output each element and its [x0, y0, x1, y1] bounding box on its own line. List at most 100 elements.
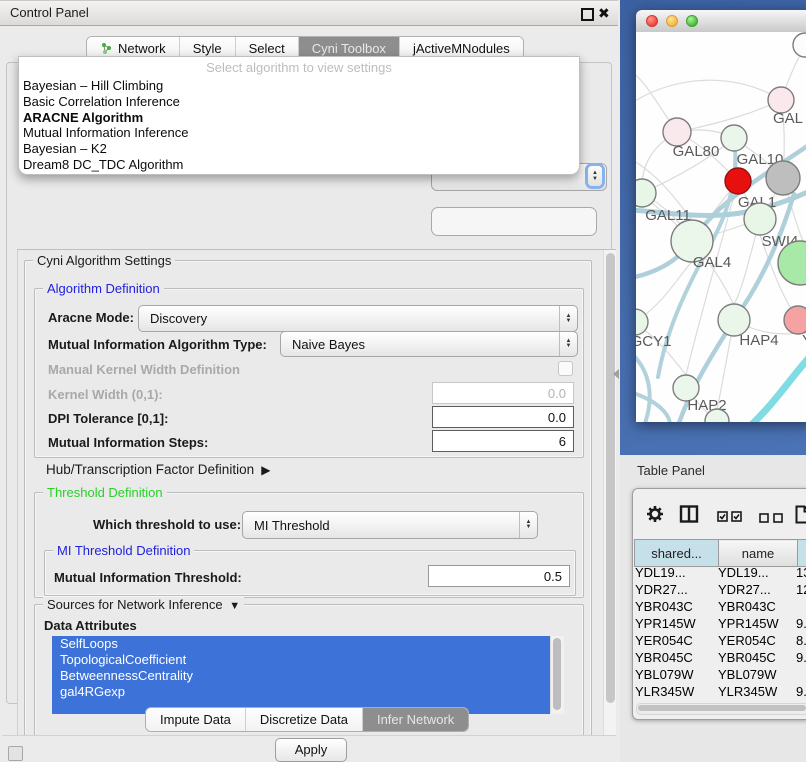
algorithm-option[interactable]: ARACNE Algorithm: [19, 110, 579, 126]
table-row[interactable]: YER054CYER054C8.: [634, 632, 806, 649]
tab-discretize-data[interactable]: Discretize Data: [246, 708, 363, 731]
node-label: GAL4: [693, 254, 731, 271]
network-name-field[interactable]: [431, 207, 597, 236]
manual-kernel-width-checkbox[interactable]: [558, 361, 573, 376]
combobox-stepper-icon: ▲▼: [559, 306, 577, 331]
settings-scroll-area: Cyni Algorithm Settings Algorithm Defini…: [17, 249, 616, 736]
minimize-traffic-icon[interactable]: [666, 15, 678, 27]
node-attribute-table: shared...nameA: [634, 539, 806, 567]
table-subwindow: shared...nameA YDL19...YDL19...13YDR27..…: [632, 488, 806, 720]
network-node-gal1[interactable]: [725, 168, 751, 194]
mi-threshold-field[interactable]: 0.5: [428, 565, 570, 587]
splitter-collapse-icon[interactable]: [613, 369, 619, 379]
network-edge-highlighted[interactable]: [636, 352, 650, 422]
network-canvas[interactable]: GALGAL80GAL10GAL1SWI4GAL11GAL4GCY1HAP4YH…: [636, 32, 806, 422]
network-window-titlebar[interactable]: [636, 10, 806, 33]
network-node-gal10[interactable]: [721, 125, 747, 151]
mi-threshold-label: Mutual Information Threshold:: [54, 570, 242, 585]
expand-right-icon: ▶: [258, 463, 271, 477]
algorithm-option[interactable]: Dream8 DC_TDC Algorithm: [19, 157, 579, 173]
mi-algorithm-type-label: Mutual Information Algorithm Type:: [48, 337, 267, 352]
control-panel-title: Control Panel: [10, 1, 89, 25]
network-node-gal11[interactable]: [636, 179, 656, 207]
table-row[interactable]: YBR043CYBR043C: [634, 598, 806, 615]
mi-steps-field[interactable]: 6: [432, 430, 574, 452]
algorithm-option[interactable]: Bayesian – Hill Climbing: [19, 78, 579, 94]
collapsed-panel-icon[interactable]: [8, 746, 23, 761]
table-row[interactable]: YBL079WYBL079W: [634, 666, 806, 683]
network-node-gal80[interactable]: [663, 118, 691, 146]
column-header-3[interactable]: A: [798, 540, 806, 567]
float-window-icon[interactable]: [581, 8, 594, 21]
aracne-mode-select[interactable]: Discovery ▲▼: [138, 305, 578, 332]
table-panel-title: Table Panel: [637, 463, 705, 478]
mi-steps-label: Mutual Information Steps:: [48, 435, 208, 450]
group-title: Threshold Definition: [43, 485, 167, 500]
apply-button[interactable]: Apply: [275, 738, 347, 762]
list-scrollbar[interactable]: [550, 636, 564, 714]
kernel-width-field[interactable]: 0.0: [432, 382, 574, 404]
mi-algorithm-type-select[interactable]: Naive Bayes ▲▼: [280, 331, 578, 357]
node-label: HAP4: [739, 332, 778, 349]
algorithm-option[interactable]: Mutual Information Inference: [19, 125, 579, 141]
cyni-bottom-tabs: Impute DataDiscretize DataInfer Network: [145, 707, 469, 732]
kernel-width-label: Kernel Width (0,1):: [48, 387, 163, 402]
attribute-item[interactable]: gal4RGexp: [52, 684, 564, 700]
data-attributes-label: Data Attributes: [44, 618, 137, 633]
columns-icon[interactable]: [679, 505, 699, 528]
network-edge-highlighted[interactable]: [748, 354, 806, 422]
table-row[interactable]: YDL19...YDL19...13: [634, 564, 806, 581]
node-label: GCY1: [636, 333, 671, 350]
algorithm-placeholder: Select algorithm to view settings: [19, 57, 579, 78]
zoom-traffic-icon[interactable]: [686, 15, 698, 27]
node-label: Y: [802, 332, 806, 349]
network-node-swi4[interactable]: [744, 203, 776, 235]
column-header-1[interactable]: shared...: [635, 540, 719, 567]
sources-group-title[interactable]: Sources for Network Inference ▼: [43, 597, 244, 612]
network-window[interactable]: GALGAL80GAL10GAL1SWI4GAL11GAL4GCY1HAP4YH…: [636, 10, 806, 422]
algorithm-option[interactable]: Basic Correlation Inference: [19, 94, 579, 110]
network-node[interactable]: [793, 33, 806, 57]
table-horizontal-scrollbar[interactable]: [636, 703, 806, 715]
document-icon[interactable]: [795, 505, 806, 529]
combobox-stepper-icon: ▲▼: [519, 512, 537, 538]
table-row[interactable]: YPR145WYPR145W9.: [634, 615, 806, 632]
node-label: GAL: [773, 110, 803, 127]
table-panel: Table Panel shared...nameA YDL19...YDL19…: [620, 455, 806, 762]
table-row[interactable]: YDR27...YDR27...12: [634, 581, 806, 598]
dpi-tolerance-field[interactable]: 0.0: [432, 406, 574, 428]
group-title: Cyni Algorithm Settings: [33, 253, 175, 268]
expand-down-icon: ▼: [226, 600, 240, 612]
algorithm-popup: Select algorithm to view settings Bayesi…: [18, 56, 580, 175]
network-node[interactable]: [766, 161, 800, 195]
close-icon[interactable]: ✖: [598, 3, 610, 23]
tab-infer-network[interactable]: Infer Network: [363, 708, 468, 731]
table-row[interactable]: YIL052CYIL052C9: [634, 700, 806, 701]
vertical-scrollbar[interactable]: [603, 250, 616, 736]
which-threshold-select[interactable]: MI Threshold ▲▼: [242, 511, 538, 539]
checked-pair-icon[interactable]: [717, 509, 743, 527]
attribute-item[interactable]: TopologicalCoefficient: [52, 652, 564, 668]
network-edge[interactable]: [636, 80, 781, 104]
hub-definition-expander[interactable]: Hub/Transcription Factor Definition ▶: [46, 462, 270, 477]
manual-kernel-width-label: Manual Kernel Width Definition: [48, 362, 240, 377]
unchecked-pair-icon[interactable]: [759, 510, 785, 528]
algorithm-option[interactable]: Bayesian – K2: [19, 141, 579, 157]
table-row[interactable]: YBR045CYBR045C9.: [634, 649, 806, 666]
aracne-mode-label: Aracne Mode:: [48, 310, 134, 325]
node-label: GAL80: [673, 143, 720, 160]
network-node-y[interactable]: [784, 306, 806, 334]
network-edge-highlighted[interactable]: [636, 392, 670, 422]
tab-impute-data[interactable]: Impute Data: [146, 708, 246, 731]
combobox-stepper-icon[interactable]: ▲▼: [588, 166, 602, 186]
control-panel-titlebar: Control Panel ✖: [0, 0, 618, 26]
attribute-item[interactable]: BetweennessCentrality: [52, 668, 564, 684]
close-traffic-icon[interactable]: [646, 15, 658, 27]
table-rows: YDL19...YDL19...13YDR27...YDR27...12YBR0…: [634, 564, 806, 701]
dpi-tolerance-label: DPI Tolerance [0,1]:: [48, 411, 168, 426]
table-row[interactable]: YLR345WYLR345W9.: [634, 683, 806, 700]
data-attributes-list[interactable]: SelfLoopsTopologicalCoefficientBetweenne…: [52, 636, 564, 714]
column-header-2[interactable]: name: [719, 540, 798, 567]
gear-icon[interactable]: [646, 505, 664, 528]
attribute-item[interactable]: SelfLoops: [52, 636, 564, 652]
